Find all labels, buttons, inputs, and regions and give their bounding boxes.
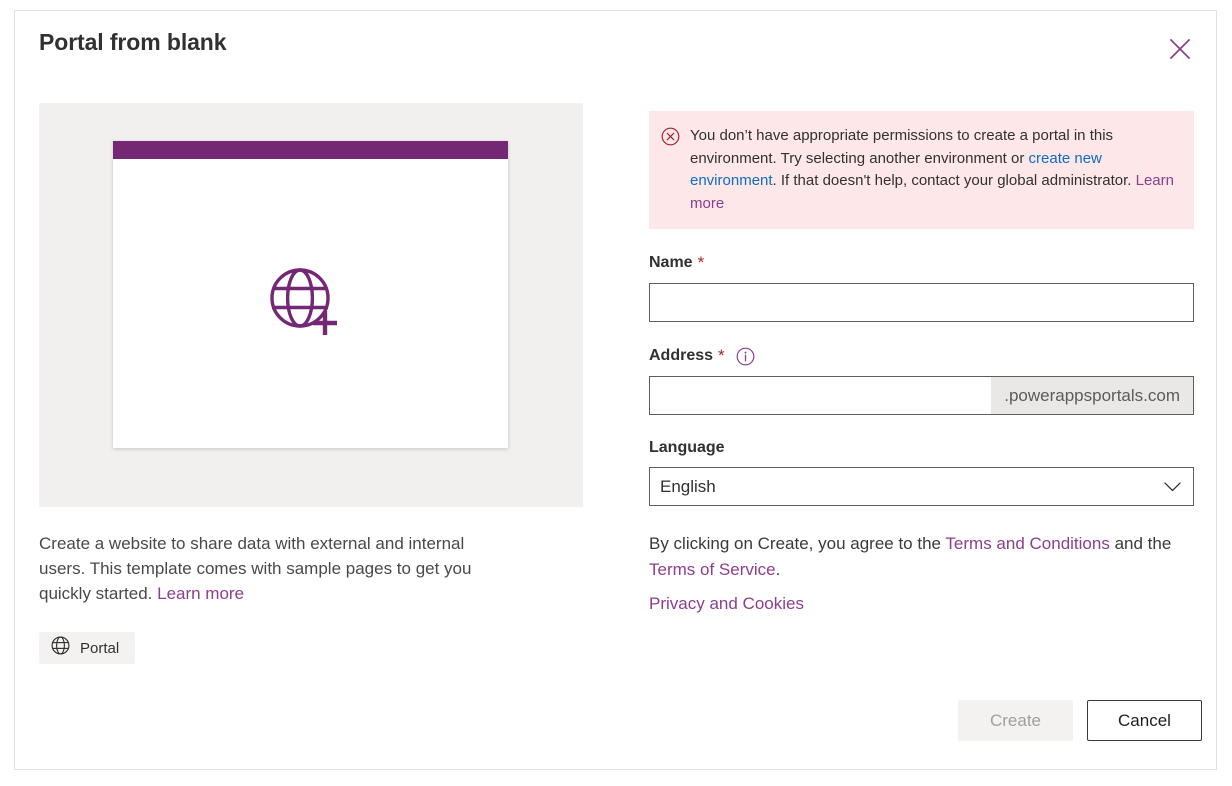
- template-preview-pane: Create a website to share data with exte…: [39, 103, 583, 664]
- language-label-text: Language: [649, 439, 725, 456]
- chevron-down-icon: [1164, 481, 1181, 492]
- legal-text-suffix: .: [775, 560, 781, 579]
- legal-text-middle: and the: [1109, 534, 1172, 553]
- globe-icon: [51, 636, 70, 660]
- template-description: Create a website to share data with exte…: [39, 531, 509, 606]
- dialog-header: Portal from blank: [15, 11, 1216, 83]
- language-selected-value: English: [660, 476, 716, 496]
- name-required-asterisk: *: [697, 253, 705, 272]
- address-label: Address *: [649, 346, 1194, 366]
- preview-card: [113, 141, 508, 448]
- template-tag-label: Portal: [80, 639, 120, 657]
- error-circle-x-icon: [661, 125, 680, 215]
- legal-agreement-text: By clicking on Create, you agree to the …: [649, 531, 1179, 583]
- language-field-group: Language English: [649, 439, 1194, 506]
- portal-from-blank-dialog: Portal from blank Create a website to sh…: [14, 10, 1217, 770]
- info-icon[interactable]: [736, 347, 755, 366]
- legal-text-prefix: By clicking on Create, you agree to the: [649, 534, 946, 553]
- preview-panel: [39, 103, 583, 507]
- terms-of-service-link[interactable]: Terms of Service: [649, 560, 776, 579]
- address-domain-suffix: .powerappsportals.com: [991, 377, 1193, 414]
- error-text-part2: . If that doesn't help, contact your glo…: [772, 172, 1136, 189]
- language-label: Language: [649, 439, 1194, 457]
- address-required-asterisk: *: [718, 346, 725, 365]
- preview-card-body: [113, 159, 508, 448]
- address-label-text: Address: [649, 347, 714, 364]
- name-label: Name *: [649, 253, 1194, 273]
- close-icon: [1167, 36, 1193, 62]
- address-input[interactable]: [650, 377, 992, 414]
- language-select[interactable]: English: [649, 467, 1194, 506]
- cancel-button[interactable]: Cancel: [1087, 700, 1202, 741]
- portal-form-pane: You don’t have appropriate permissions t…: [649, 111, 1194, 614]
- name-input[interactable]: [649, 283, 1194, 322]
- permissions-error-text: You don’t have appropriate permissions t…: [690, 125, 1180, 215]
- preview-card-header-bar: [113, 141, 508, 159]
- name-field-group: Name *: [649, 253, 1194, 322]
- address-input-wrapper: .powerappsportals.com: [649, 376, 1194, 415]
- address-field-group: Address * .powerappsportals.com: [649, 346, 1194, 415]
- template-learn-more-link[interactable]: Learn more: [157, 584, 244, 603]
- globe-plus-icon: [268, 265, 354, 343]
- template-tag-portal[interactable]: Portal: [39, 632, 136, 664]
- privacy-and-cookies-link[interactable]: Privacy and Cookies: [649, 594, 804, 614]
- template-description-text: Create a website to share data with exte…: [39, 534, 472, 603]
- page-title: Portal from blank: [39, 29, 227, 55]
- close-button[interactable]: [1160, 29, 1200, 69]
- terms-and-conditions-link[interactable]: Terms and Conditions: [945, 534, 1109, 553]
- dialog-footer: Create Cancel: [958, 700, 1202, 741]
- create-button[interactable]: Create: [958, 700, 1073, 741]
- permissions-error-banner: You don’t have appropriate permissions t…: [649, 111, 1194, 229]
- name-label-text: Name: [649, 254, 693, 271]
